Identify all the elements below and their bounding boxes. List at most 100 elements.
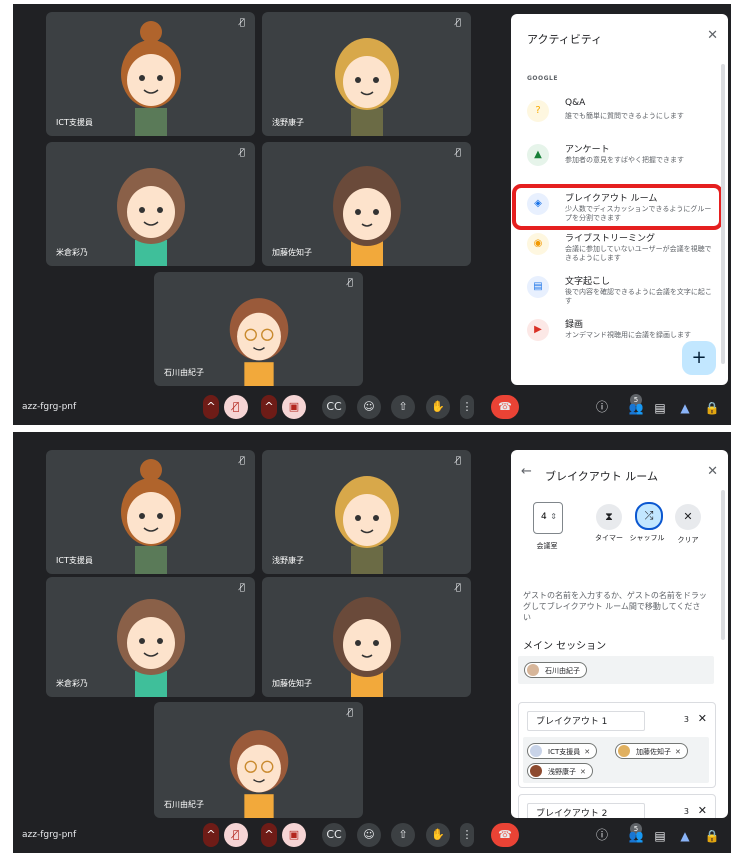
mic-off-icon: 🎙̸ <box>455 18 461 28</box>
meet-screen-activities: 🎙̸ ICT支援員 🎙̸ 浅野康子 🎙̸ 米倉彩乃 🎙̸ 加藤佐知子 🎙̸ 石川… <box>13 4 731 425</box>
chip-name: 浅野康子 <box>548 768 576 776</box>
avatar <box>334 38 399 136</box>
mic-toggle-button[interactable]: 🎙̸ <box>224 823 248 847</box>
room-name-input[interactable]: ブレイクアウト 2 <box>527 803 645 818</box>
participant-tile[interactable]: 🎙̸ 米倉彩乃 <box>46 142 255 266</box>
camera-toggle-button[interactable]: ▣ <box>282 823 306 847</box>
mic-options-chevron-icon[interactable]: ^ <box>203 395 219 419</box>
leave-call-button[interactable]: ☎ <box>491 395 519 419</box>
scrollbar[interactable] <box>721 64 725 364</box>
avatar <box>527 664 539 676</box>
participant-tile[interactable]: 🎙̸ ICT支援員 <box>46 12 255 136</box>
avatar <box>116 599 185 697</box>
activity-title: 録画 <box>565 320 584 330</box>
participant-chip[interactable]: 石川由紀子 <box>524 662 587 678</box>
participant-chip[interactable]: 浅野康子 ✕ <box>527 763 593 779</box>
activity-poll[interactable]: ▲ アンケート 参加者の意見をすばやく把握できます <box>527 142 717 180</box>
add-button[interactable]: + <box>682 341 716 375</box>
mic-off-icon: 🎙̸ <box>239 583 245 593</box>
mic-off-icon: 🎙̸ <box>455 583 461 593</box>
leave-call-button[interactable]: ☎ <box>491 823 519 847</box>
chat-icon[interactable]: ▤ <box>651 829 669 843</box>
participant-tile[interactable]: 🎙̸ 加藤佐知子 <box>262 577 471 697</box>
close-icon[interactable]: ✕ <box>707 28 718 43</box>
room-count-stepper[interactable]: 4 ⇕ <box>533 502 563 534</box>
participant-tile[interactable]: 🎙̸ 浅野康子 <box>262 12 471 136</box>
chat-icon[interactable]: ▤ <box>651 401 669 415</box>
timer-label: タイマー <box>595 534 623 542</box>
delete-room-icon[interactable]: ✕ <box>698 804 707 817</box>
activity-livestream[interactable]: ◉ ライブストリーミング 会議に参加していないユーザーが会議を視聴できるようにし… <box>527 231 717 269</box>
clear-button[interactable]: ✕ <box>675 504 701 530</box>
stepper-arrows-icon: ⇕ <box>550 512 557 521</box>
room-count-value: 4 <box>541 512 547 522</box>
timer-button[interactable]: ⧗ <box>596 504 622 530</box>
info-icon[interactable]: ⓘ <box>593 826 611 843</box>
captions-button[interactable]: CC <box>322 395 346 419</box>
delete-room-icon[interactable]: ✕ <box>698 712 707 725</box>
main-session-dropzone[interactable]: 石川由紀子 <box>518 656 714 684</box>
activity-title: Q&A <box>565 98 586 108</box>
people-icon[interactable]: 👥 <box>627 401 645 415</box>
captions-button[interactable]: CC <box>322 823 346 847</box>
panel-title: ブレイクアウト ルーム <box>545 470 658 483</box>
participant-tile[interactable]: 🎙̸ 石川由紀子 <box>154 702 363 818</box>
host-controls-icon[interactable]: 🔒 <box>703 829 721 843</box>
raise-hand-button[interactable]: ✋ <box>426 395 450 419</box>
remove-icon[interactable]: ✕ <box>580 768 586 776</box>
participant-name: 米倉彩乃 <box>56 679 88 688</box>
activity-transcript[interactable]: ▤ 文字起こし 後で内容を確認できるように会議を文字に起こす <box>527 274 717 312</box>
broadcast-icon: ◉ <box>527 233 549 255</box>
activity-title: アンケート <box>565 145 610 155</box>
remove-icon[interactable]: ✕ <box>675 748 681 756</box>
participant-tile[interactable]: 🎙̸ 加藤佐知子 <box>262 142 471 266</box>
host-controls-icon[interactable]: 🔒 <box>703 401 721 415</box>
meet-screen-breakout: 🎙̸ ICT支援員 🎙̸ 浅野康子 🎙̸ 米倉彩乃 🎙̸ 加藤佐知子 🎙̸ 石川… <box>13 432 731 853</box>
back-arrow-icon[interactable]: ← <box>521 464 532 479</box>
participant-tile[interactable]: 🎙̸ ICT支援員 <box>46 450 255 574</box>
mic-toggle-button[interactable]: 🎙̸ <box>224 395 248 419</box>
activities-icon[interactable]: ▲ <box>676 401 694 415</box>
present-button[interactable]: ⇧ <box>391 823 415 847</box>
activity-qa[interactable]: ? Q&A 誰でも簡単に質問できるようにします <box>527 98 717 136</box>
camera-toggle-button[interactable]: ▣ <box>282 395 306 419</box>
activities-panel: アクティビティ ✕ GOOGLE ? Q&A 誰でも簡単に質問できるようにします… <box>511 14 728 385</box>
avatar <box>530 745 542 757</box>
breakout-room-card: ブレイクアウト 1 3 ✕ ICT支援員 ✕ 加藤佐知子 ✕ 浅野康子 ✕ <box>518 702 716 788</box>
breakout-room-card: ブレイクアウト 2 3 ✕ <box>518 794 716 818</box>
mic-off-icon: 🎙̸ <box>239 456 245 466</box>
participant-name: ICT支援員 <box>56 556 93 565</box>
info-icon[interactable]: ⓘ <box>593 398 611 415</box>
emoji-button[interactable]: ☺ <box>357 823 381 847</box>
mic-options-chevron-icon[interactable]: ^ <box>203 823 219 847</box>
room-dropzone[interactable]: ICT支援員 ✕ 加藤佐知子 ✕ 浅野康子 ✕ <box>523 737 709 783</box>
close-icon[interactable]: ✕ <box>707 464 718 479</box>
participant-chip[interactable]: 加藤佐知子 ✕ <box>615 743 688 759</box>
camera-options-chevron-icon[interactable]: ^ <box>261 395 277 419</box>
camera-options-chevron-icon[interactable]: ^ <box>261 823 277 847</box>
more-options-button[interactable]: ⋮ <box>460 823 474 847</box>
remove-icon[interactable]: ✕ <box>584 748 590 756</box>
participant-name: 米倉彩乃 <box>56 248 88 257</box>
participant-chip[interactable]: ICT支援員 ✕ <box>527 743 598 759</box>
participant-name: 石川由紀子 <box>164 368 204 377</box>
room-name-input[interactable]: ブレイクアウト 1 <box>527 711 645 731</box>
mic-off-icon: 🎙̸ <box>347 278 353 288</box>
document-icon: ▤ <box>527 276 549 298</box>
emoji-button[interactable]: ☺ <box>357 395 381 419</box>
participant-tile[interactable]: 🎙̸ 石川由紀子 <box>154 272 363 386</box>
present-button[interactable]: ⇧ <box>391 395 415 419</box>
scrollbar[interactable] <box>721 490 725 640</box>
activities-icon[interactable]: ▲ <box>676 829 694 843</box>
participant-tile[interactable]: 🎙̸ 浅野康子 <box>262 450 471 574</box>
chip-name: ICT支援員 <box>548 748 581 756</box>
raise-hand-button[interactable]: ✋ <box>426 823 450 847</box>
shuffle-button[interactable]: ⤮ <box>635 502 663 530</box>
avatar <box>120 21 181 136</box>
shuffle-label: シャッフル <box>629 534 665 542</box>
people-icon[interactable]: 👥 <box>627 829 645 843</box>
participant-tile[interactable]: 🎙̸ 米倉彩乃 <box>46 577 255 697</box>
participant-name: ICT支援員 <box>56 118 93 127</box>
more-options-button[interactable]: ⋮ <box>460 395 474 419</box>
mic-off-icon: 🎙̸ <box>239 18 245 28</box>
